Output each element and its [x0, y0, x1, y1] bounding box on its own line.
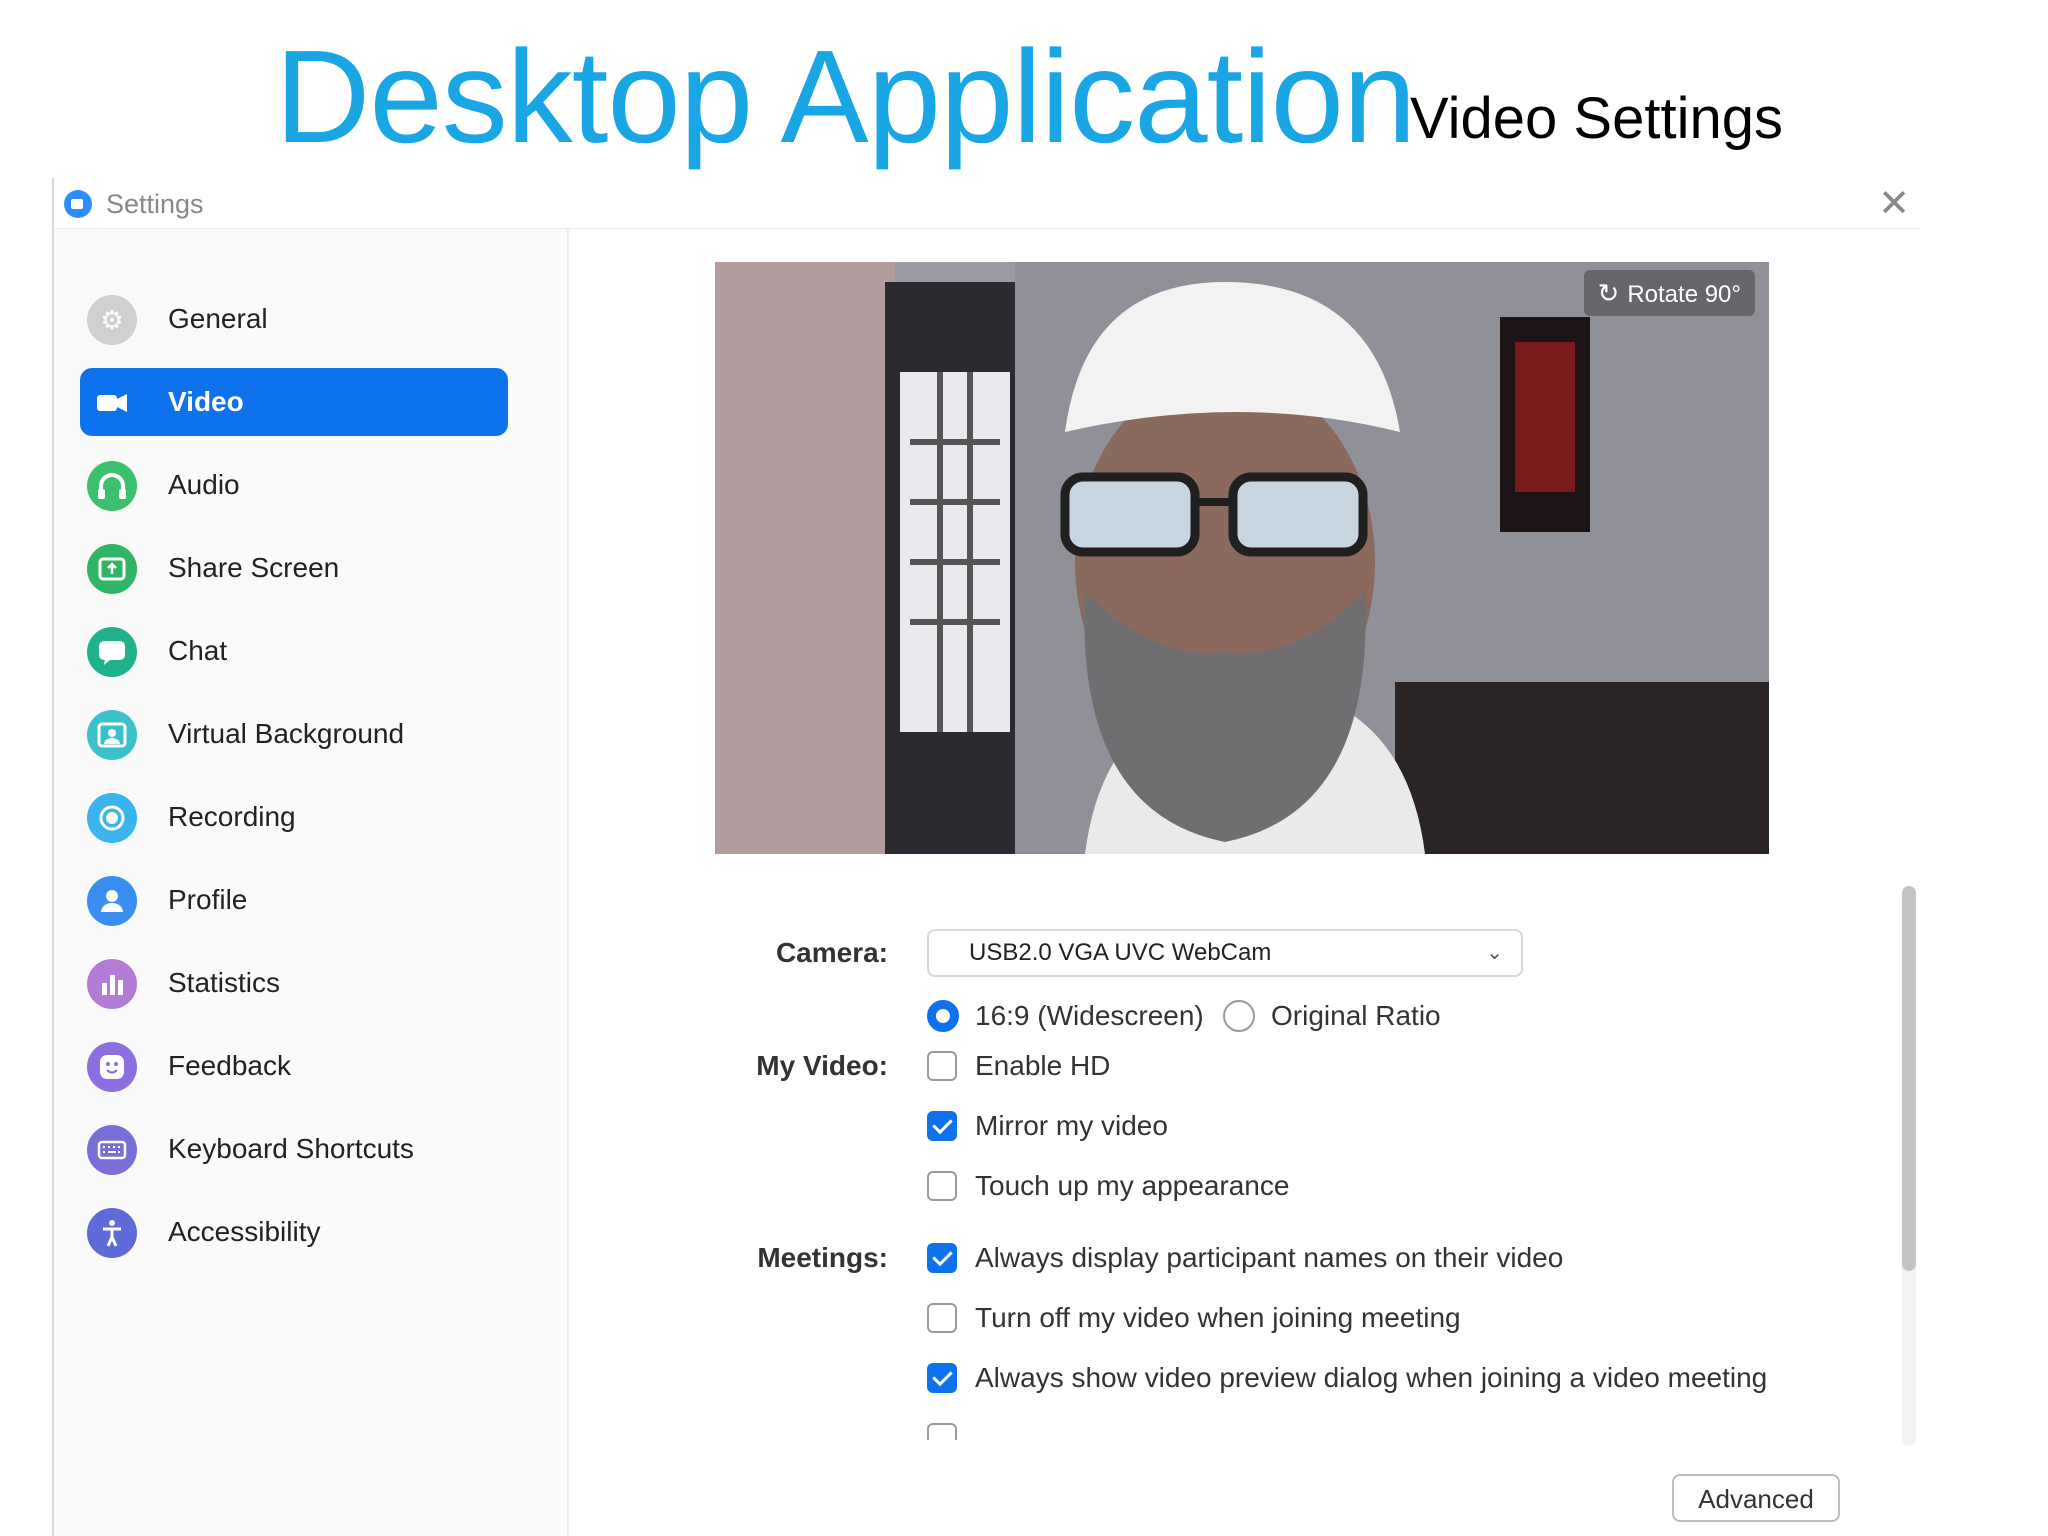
slide-title: Desktop Application — [275, 23, 1416, 170]
sidebar-item-label: General — [168, 303, 268, 334]
zoom-app-icon — [64, 190, 92, 218]
ratio-option-original[interactable]: Original Ratio — [1223, 994, 1463, 1038]
sidebar-item-statistics[interactable]: Statistics — [80, 949, 508, 1017]
gear-icon: ⚙ — [87, 295, 137, 345]
scrollbar[interactable] — [1902, 886, 1916, 1446]
sidebar-item-label: Feedback — [168, 1050, 291, 1081]
settings-sidebar: ⚙ General Video Audio Share Screen Chat … — [54, 229, 569, 1536]
touch-up-appearance-option[interactable]: Touch up my appearance — [927, 1164, 1327, 1208]
checkbox[interactable] — [927, 1243, 957, 1273]
window-title: Settings — [106, 189, 204, 219]
sidebar-item-label: Keyboard Shortcuts — [168, 1133, 414, 1164]
display-participant-names-option[interactable]: Always display participant names on thei… — [927, 1236, 1627, 1280]
checkbox[interactable] — [927, 1363, 957, 1393]
camera-label: Camera: — [775, 937, 888, 968]
radio-button[interactable] — [1223, 1000, 1255, 1032]
ratio-option-label: Original Ratio — [1271, 1000, 1441, 1031]
sidebar-item-keyboard-shortcuts[interactable]: Keyboard Shortcuts — [80, 1115, 508, 1183]
person-background-icon — [87, 710, 137, 760]
scroll-clip-edge — [914, 1440, 1814, 1460]
record-icon — [87, 793, 137, 843]
sidebar-item-chat[interactable]: Chat — [80, 617, 508, 685]
chat-icon — [87, 627, 137, 677]
bar-chart-icon — [87, 959, 137, 1009]
radio-button[interactable] — [927, 1000, 959, 1032]
smiley-icon — [87, 1042, 137, 1092]
mirror-video-option[interactable]: Mirror my video — [927, 1104, 1227, 1148]
camera-select-value: USB2.0 VGA UVC WebCam — [969, 939, 1272, 966]
camera-preview: ↻ Rotate 90° — [715, 262, 1769, 854]
show-video-preview-option[interactable]: Always show video preview dialog when jo… — [927, 1356, 1827, 1400]
sidebar-item-recording[interactable]: Recording — [80, 783, 508, 851]
option-label: Enable HD — [975, 1050, 1111, 1081]
option-label: Turn off my video when joining meeting — [975, 1302, 1461, 1333]
sidebar-item-label: Statistics — [168, 967, 281, 998]
rotate-label: Rotate 90° — [1627, 281, 1741, 308]
checkbox[interactable] — [927, 1051, 957, 1081]
sidebar-item-share-screen[interactable]: Share Screen — [80, 534, 508, 602]
accessibility-icon — [87, 1208, 137, 1258]
share-screen-icon — [87, 544, 137, 594]
sidebar-item-label: Share Screen — [168, 552, 340, 583]
option-label: Touch up my appearance — [975, 1170, 1290, 1201]
checkbox[interactable] — [927, 1111, 957, 1141]
sidebar-item-virtual-background[interactable]: Virtual Background — [80, 700, 508, 768]
webcam-image — [715, 262, 1769, 854]
meetings-label: Meetings: — [757, 1242, 888, 1273]
sidebar-item-label: Audio — [168, 469, 240, 500]
sidebar-item-label: Video — [168, 386, 244, 417]
turn-off-video-option[interactable]: Turn off my video when joining meeting — [927, 1296, 1527, 1340]
enable-hd-option[interactable]: Enable HD — [927, 1044, 1227, 1088]
sidebar-item-label: Chat — [168, 635, 228, 666]
clipped-option — [927, 1416, 1227, 1442]
close-icon[interactable]: ✕ — [1872, 182, 1916, 226]
option-label: Mirror my video — [975, 1110, 1168, 1141]
sidebar-item-audio[interactable]: Audio — [80, 451, 508, 519]
profile-icon — [87, 876, 137, 926]
sidebar-item-video[interactable]: Video — [80, 368, 508, 436]
camera-select[interactable]: USB2.0 VGA UVC WebCam ⌄ — [927, 929, 1523, 977]
checkbox[interactable] — [927, 1303, 957, 1333]
sidebar-item-general[interactable]: ⚙ General — [80, 285, 508, 353]
ratio-option-label: 16:9 (Widescreen) — [975, 1000, 1204, 1031]
sidebar-item-profile[interactable]: Profile — [80, 866, 508, 934]
chevron-down-icon: ⌄ — [1486, 942, 1503, 964]
sidebar-item-label: Accessibility — [168, 1216, 321, 1247]
rotate-button[interactable]: ↻ Rotate 90° — [1583, 270, 1755, 316]
scrollbar-thumb[interactable] — [1902, 886, 1916, 1271]
my-video-label: My Video: — [756, 1050, 888, 1081]
rotate-icon: ↻ — [1597, 278, 1620, 308]
ratio-option-widescreen[interactable]: 16:9 (Widescreen) — [927, 994, 1204, 1038]
checkbox[interactable] — [927, 1171, 957, 1201]
title-bar: Settings ✕ — [54, 178, 1920, 229]
sidebar-item-feedback[interactable]: Feedback — [80, 1032, 508, 1100]
sidebar-item-label: Virtual Background — [168, 718, 405, 749]
advanced-button[interactable]: Advanced — [1672, 1474, 1840, 1522]
video-camera-icon — [87, 378, 137, 428]
headphones-icon — [87, 461, 137, 511]
keyboard-icon — [87, 1125, 137, 1175]
sidebar-item-label: Profile — [168, 884, 248, 915]
sidebar-item-accessibility[interactable]: Accessibility — [80, 1198, 508, 1266]
slide-subtitle: Video Settings — [1410, 86, 1783, 151]
option-label: Always show video preview dialog when jo… — [975, 1362, 1768, 1393]
sidebar-item-label: Recording — [168, 801, 296, 832]
option-label: Always display participant names on thei… — [975, 1242, 1564, 1273]
settings-window: Settings ✕ ⚙ General Video Audio Share S… — [52, 178, 1920, 1536]
